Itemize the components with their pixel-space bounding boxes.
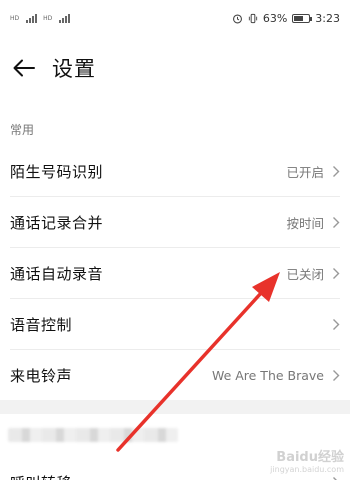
- row-value: 已关闭: [286, 267, 324, 282]
- battery-fill: [294, 15, 304, 21]
- signal-icon-2: [59, 13, 71, 23]
- signal-icon: [26, 13, 38, 23]
- back-button[interactable]: [10, 54, 38, 82]
- watermark-logo: Baidu经验: [276, 450, 344, 465]
- clock-time: 3:23: [315, 11, 340, 25]
- settings-row-voice-control[interactable]: 语音控制: [0, 299, 350, 350]
- settings-row-ringtone[interactable]: 来电铃声 We Are The Brave: [0, 350, 350, 401]
- row-label: 呼叫转移: [10, 472, 72, 480]
- watermark: Baidu经验 jingyan.baidu.com: [270, 446, 344, 474]
- chevron-right-icon: [333, 268, 340, 279]
- settings-row-call-log-merge[interactable]: 通话记录合并 按时间: [0, 197, 350, 248]
- settings-row-unknown-number-id[interactable]: 陌生号码识别 已开启: [0, 146, 350, 197]
- vibrate-icon: [248, 13, 257, 23]
- row-value: We Are The Brave: [211, 368, 324, 383]
- settings-row-auto-record[interactable]: 通话自动录音 已关闭: [0, 248, 350, 299]
- battery-percent: 63%: [262, 11, 288, 25]
- row-label: 来电铃声: [10, 367, 73, 385]
- page-title: 设置: [52, 57, 96, 81]
- system-indicators: 63% 3:23: [232, 12, 340, 25]
- row-value: 已开启: [286, 165, 324, 180]
- back-arrow-icon: [13, 59, 35, 77]
- sim2-label: HD: [43, 14, 53, 22]
- chevron-right-icon: [333, 319, 340, 330]
- row-value: 按时间: [286, 216, 324, 231]
- phone-screen: HD HD 63% 3:23 设置 常用 陌生号码识别 已开启 通话记录合并 按…: [0, 0, 350, 480]
- group-divider: [0, 400, 350, 414]
- watermark-url: jingyan.baidu.com: [270, 465, 344, 474]
- chevron-right-icon: [333, 166, 340, 177]
- alarm-icon: [232, 13, 242, 23]
- blurred-section-header: [8, 428, 178, 442]
- battery-icon: [292, 13, 313, 23]
- chevron-right-icon: [333, 370, 340, 381]
- row-label: 语音控制: [10, 316, 73, 334]
- chevron-right-icon: [333, 476, 338, 480]
- section-header-common: 常用: [10, 123, 35, 137]
- app-header: 设置: [0, 44, 350, 92]
- row-label: 陌生号码识别: [10, 163, 104, 181]
- row-label: 通话记录合并: [10, 214, 104, 232]
- status-bar: HD HD 63% 3:23: [0, 0, 350, 36]
- chevron-right-icon: [333, 217, 340, 228]
- sim1-label: HD: [10, 14, 20, 22]
- row-label: 通话自动录音: [10, 265, 104, 283]
- network-indicators: HD HD: [10, 13, 71, 23]
